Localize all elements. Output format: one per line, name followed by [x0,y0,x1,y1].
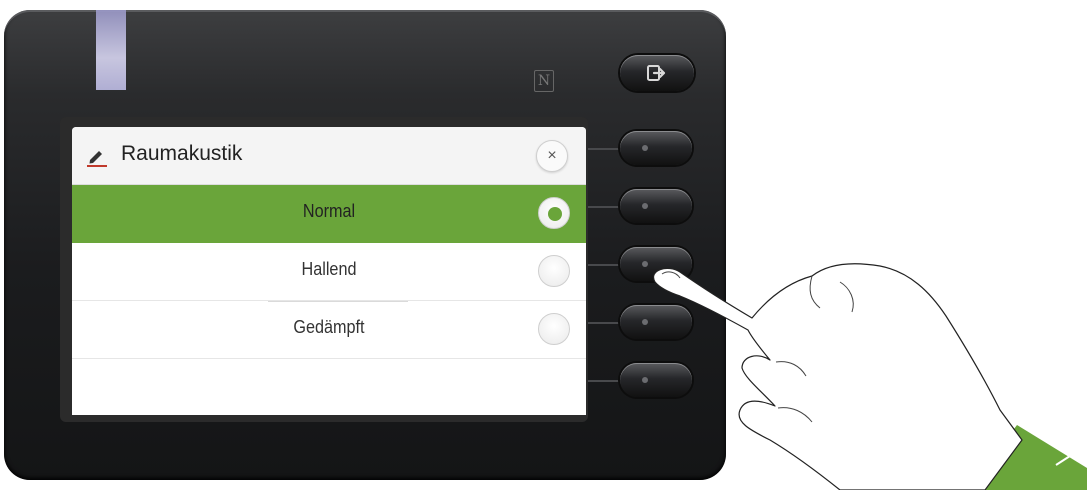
radio-unselected-icon[interactable] [538,313,570,345]
dialog-header: Raumakustik × [72,127,586,185]
divider [268,301,408,302]
option-label: Normal [302,201,356,221]
line-key-4[interactable] [620,305,692,339]
line-key-1[interactable] [620,131,692,165]
settings-dialog: Raumakustik × Normal Hallend Gedämpft [72,127,586,415]
green-corner-accent [968,425,1087,490]
key-led-icon [642,203,648,209]
option-normal[interactable]: Normal [72,185,586,243]
nfc-logo-icon: N [534,70,554,92]
line-key-5[interactable] [620,363,692,397]
dialog-title: Raumakustik [121,142,243,165]
option-hallend[interactable]: Hallend [72,243,586,301]
radio-unselected-icon[interactable] [538,255,570,287]
key-connector [588,206,622,208]
close-button[interactable]: × [536,140,568,172]
line-key-3[interactable] [620,247,692,281]
option-gedaempft[interactable]: Gedämpft [72,301,586,359]
option-label: Gedämpft [293,317,365,337]
key-led-icon [642,145,648,151]
pencil-edit-icon [87,151,107,167]
key-connector [588,322,622,324]
key-connector [588,380,622,382]
exit-arrow-icon [647,65,666,81]
option-label: Hallend [301,259,357,279]
key-led-icon [642,261,648,267]
key-led-icon [642,377,648,383]
status-led-bar [96,10,126,90]
line-key-2[interactable] [620,189,692,223]
radio-selected-icon[interactable] [538,197,570,229]
key-led-icon [642,319,648,325]
empty-row [72,359,586,415]
key-connector [588,264,622,266]
key-connector [588,148,622,150]
exit-hardkey[interactable] [620,55,694,91]
close-x-icon: × [547,147,557,164]
